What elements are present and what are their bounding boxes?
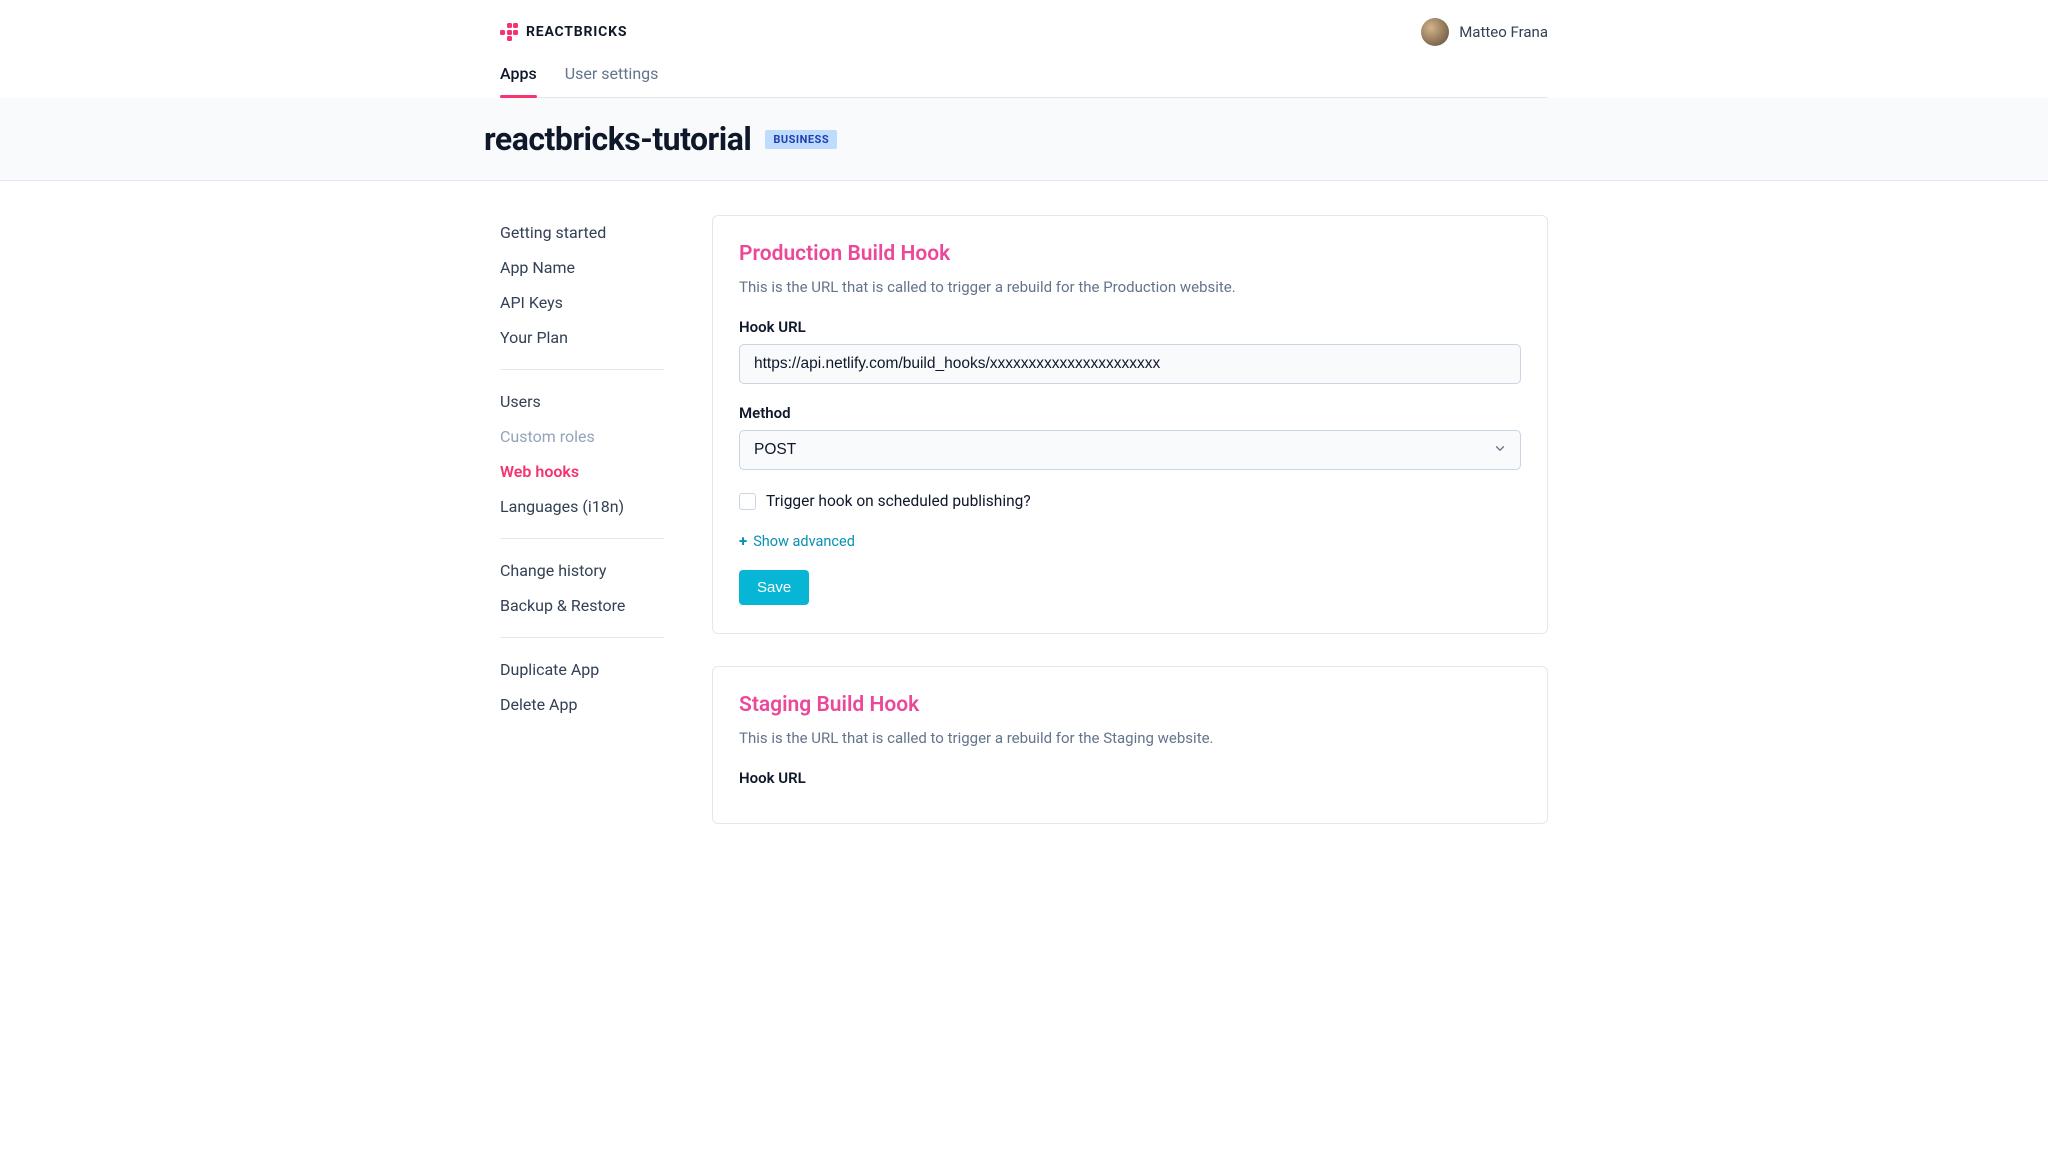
sidebar-item-your-plan[interactable]: Your Plan xyxy=(500,320,664,355)
plus-icon: + xyxy=(739,532,747,550)
method-select[interactable] xyxy=(739,430,1521,470)
sidebar-item-api-keys[interactable]: API Keys xyxy=(500,285,664,320)
page-title: reactbricks-tutorial xyxy=(484,120,751,158)
sidebar-item-backup-restore[interactable]: Backup & Restore xyxy=(500,588,664,623)
trigger-scheduled-checkbox[interactable] xyxy=(739,493,756,510)
plan-badge: BUSINESS xyxy=(765,130,837,149)
sidebar-item-getting-started[interactable]: Getting started xyxy=(500,215,664,250)
sidebar-item-delete-app[interactable]: Delete App xyxy=(500,687,664,722)
tab-user-settings[interactable]: User settings xyxy=(565,58,659,97)
hook-url-label: Hook URL xyxy=(739,318,1521,336)
sidebar-item-users[interactable]: Users xyxy=(500,384,664,419)
sidebar-item-duplicate-app[interactable]: Duplicate App xyxy=(500,652,664,687)
staging-build-hook-card: Staging Build Hook This is the URL that … xyxy=(712,666,1548,824)
card-description: This is the URL that is called to trigge… xyxy=(739,278,1521,296)
trigger-scheduled-label: Trigger hook on scheduled publishing? xyxy=(766,492,1031,510)
card-title: Production Build Hook xyxy=(739,242,1521,266)
main-tabs: Apps User settings xyxy=(500,58,1548,98)
brand-name: REACTBRICKS xyxy=(526,24,627,40)
hook-url-label: Hook URL xyxy=(739,769,1521,787)
sidebar-item-change-history[interactable]: Change history xyxy=(500,553,664,588)
sidebar-item-app-name[interactable]: App Name xyxy=(500,250,664,285)
tab-apps[interactable]: Apps xyxy=(500,58,537,97)
card-description: This is the URL that is called to trigge… xyxy=(739,729,1521,747)
show-advanced-label: Show advanced xyxy=(753,533,855,550)
method-label: Method xyxy=(739,404,1521,422)
avatar xyxy=(1421,18,1449,46)
user-name: Matteo Frana xyxy=(1459,23,1548,41)
sidebar-item-languages-i18n[interactable]: Languages (i18n) xyxy=(500,489,664,524)
show-advanced-toggle[interactable]: + Show advanced xyxy=(739,532,1521,550)
logo-icon xyxy=(500,23,518,41)
save-button[interactable]: Save xyxy=(739,570,809,605)
brand-logo[interactable]: REACTBRICKS xyxy=(500,23,627,41)
hook-url-input[interactable] xyxy=(739,344,1521,384)
sidebar-item-custom-roles[interactable]: Custom roles xyxy=(500,419,664,454)
sidebar: Getting startedApp NameAPI KeysYour Plan… xyxy=(500,215,664,824)
user-menu[interactable]: Matteo Frana xyxy=(1421,18,1548,46)
production-build-hook-card: Production Build Hook This is the URL th… xyxy=(712,215,1548,634)
card-title: Staging Build Hook xyxy=(739,693,1521,717)
sidebar-item-web-hooks[interactable]: Web hooks xyxy=(500,454,664,489)
